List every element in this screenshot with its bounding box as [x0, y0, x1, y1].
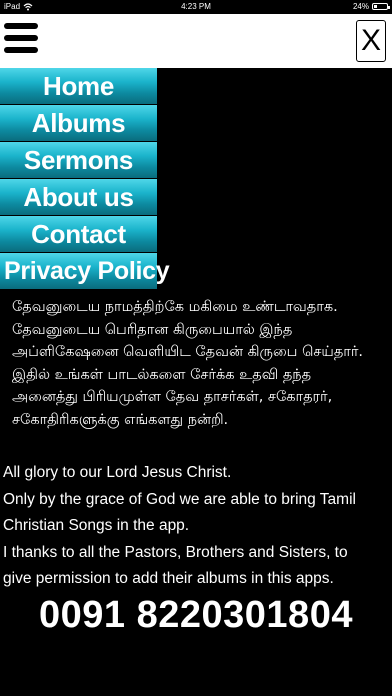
battery-icon — [372, 3, 390, 10]
hamburger-menu-icon[interactable] — [4, 23, 38, 59]
contact-phone-number[interactable]: 0091 8220301804 — [0, 594, 392, 637]
tamil-line: சகோதிரிகளுக்கு எங்களது நன்றி. — [12, 411, 229, 428]
status-bar: iPad 4:23 PM 24% — [0, 0, 392, 14]
app-header: X — [0, 14, 392, 68]
tamil-line: தேவனுடைய நாமத்திற்கே மகிமை உண்டாவதாக. — [12, 299, 338, 315]
english-message: All glory to our Lord Jesus Christ. Only… — [3, 460, 389, 593]
english-line: give permission to add their albums in t… — [3, 570, 334, 587]
tamil-message: தேவனுடைய நாமத்திற்கே மகிமை உண்டாவதாக. தே… — [12, 296, 390, 431]
english-line: All glory to our Lord Jesus Christ. — [3, 464, 232, 481]
menu-item-sermons[interactable]: Sermons — [0, 142, 157, 178]
tamil-line: அனைத்து பிரியமுள்ள தேவ தாசர்கள், சகோதரர்… — [12, 389, 333, 405]
menu-item-about-us[interactable]: About us — [0, 179, 157, 215]
close-button[interactable]: X — [356, 20, 386, 62]
english-line: Christian Songs in the app. — [3, 517, 190, 534]
battery-percent: 24% — [352, 2, 369, 11]
status-time: 4:23 PM — [181, 2, 211, 11]
menu-item-home[interactable]: Home — [0, 68, 157, 104]
menu-item-privacy-policy[interactable]: Privacy Policy — [0, 253, 170, 289]
tamil-line: இதில் உங்கள் பாடல்களை சேர்க்க உதவி தந்த — [12, 366, 312, 383]
side-menu: Home Albums Sermons About us Contact Pri… — [0, 68, 170, 290]
tamil-line: அப்ளிகேஷனை வெளியிட தேவன் கிருபை செய்தார்… — [12, 344, 364, 360]
tamil-line: தேவனுடைய பெரிதான கிருபையால் இந்த — [12, 321, 293, 338]
english-line: Only by the grace of God we are able to … — [3, 490, 356, 508]
menu-item-contact[interactable]: Contact — [0, 216, 157, 252]
menu-item-albums[interactable]: Albums — [0, 105, 157, 141]
english-line: I thanks to all the Pastors, Brothers an… — [3, 543, 348, 561]
